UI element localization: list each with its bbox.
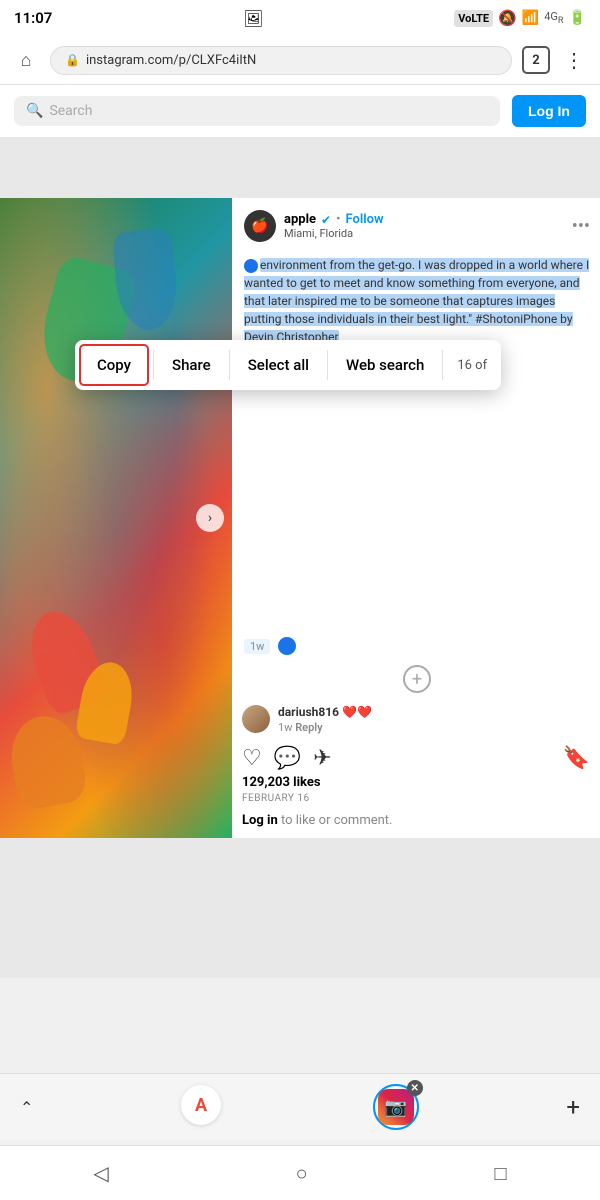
active-tab-wrapper[interactable]: 📷 ✕ <box>373 1084 419 1130</box>
post-image: › <box>0 198 232 838</box>
browser-toolbar: ⌂ 🔒 instagram.com/p/CLXFc4iItN 2 ⋮ <box>0 36 600 85</box>
comment-text: dariush816 ❤️❤️ <box>278 705 372 719</box>
volte-label: VoLTE <box>454 10 493 27</box>
post-actions: ♡ 💬 ✈ 🔖 <box>232 738 600 775</box>
bottom-browser-bar: ⌃ A 📷 ✕ + <box>0 1073 600 1140</box>
gallery-icon: 🖼 <box>243 9 263 28</box>
android-nav-bar: ◁ ○ □ <box>0 1145 600 1200</box>
login-link[interactable]: Log in <box>242 813 278 828</box>
author-name: apple <box>284 212 316 227</box>
add-comment-row[interactable]: + <box>232 659 600 699</box>
reply-button[interactable]: Reply <box>295 721 322 734</box>
commenter-hearts: ❤️❤️ <box>342 705 372 719</box>
web-search-button[interactable]: Web search <box>328 344 442 386</box>
login-to-comment: Log in to like or comment. <box>232 807 600 838</box>
post-container: › 🍎 apple ✔ • Follow Miami, Florida ••• <box>0 198 600 838</box>
search-wrapper[interactable]: 🔍 Search <box>14 96 500 126</box>
google-tab-icon[interactable]: A <box>181 1085 225 1129</box>
commenter-name: dariush816 <box>278 705 339 719</box>
follow-button[interactable]: Follow <box>346 212 384 227</box>
gray-spacer <box>0 138 600 198</box>
signal-icon: 📶 <box>522 10 539 26</box>
comment-row: dariush816 ❤️❤️ 1w Reply <box>232 699 600 738</box>
carousel-next-button[interactable]: › <box>196 504 224 532</box>
google-tab-bg: A <box>181 1085 221 1125</box>
likes-count: 129,203 likes <box>232 775 600 793</box>
copy-button[interactable]: Copy <box>79 344 149 386</box>
bookmark-button[interactable]: 🔖 <box>563 746 590 771</box>
url-bar[interactable]: 🔒 instagram.com/p/CLXFc4iItN <box>50 46 512 75</box>
commenter-avatar <box>242 705 270 733</box>
verified-badge: ✔ <box>321 213 331 227</box>
home-button[interactable]: ⌂ <box>12 46 40 74</box>
count-label: 16 of <box>443 346 501 385</box>
post-caption: environment from the get-go. I was dropp… <box>232 252 600 633</box>
login-suffix: to like or comment. <box>278 813 393 828</box>
battery-icon: 🔋 <box>569 10 586 26</box>
comment-time-label: 1w <box>278 721 292 734</box>
author-info: apple ✔ • Follow Miami, Florida <box>284 212 384 240</box>
instagram-search-bar: 🔍 Search Log In <box>0 85 600 138</box>
url-text: instagram.com/p/CLXFc4iItN <box>86 53 497 68</box>
instagram-camera-icon: 📷 <box>385 1097 407 1118</box>
status-bar: 11:07 🖼 VoLTE 🔕 📶 4GR 🔋 <box>0 0 600 36</box>
comment-content: dariush816 ❤️❤️ 1w Reply <box>278 705 372 734</box>
post-more-button[interactable]: ••• <box>572 216 590 237</box>
lock-icon: 🔒 <box>65 53 80 67</box>
selection-handle-left <box>244 259 258 273</box>
post-author: 🍎 apple ✔ • Follow Miami, Florida <box>244 210 384 242</box>
dot-separator: • <box>336 212 340 227</box>
share-text-button[interactable]: Share <box>154 344 229 386</box>
post-header: 🍎 apple ✔ • Follow Miami, Florida ••• <box>232 198 600 252</box>
post-date: February 16 <box>232 793 600 807</box>
home-nav-button[interactable]: ○ <box>286 1151 318 1196</box>
instagram-tab-icon: 📷 <box>378 1089 414 1125</box>
back-button[interactable]: ⌃ <box>20 1098 33 1117</box>
recents-nav-button[interactable]: □ <box>484 1151 516 1196</box>
login-button[interactable]: Log In <box>512 95 586 127</box>
close-tab-button[interactable]: ✕ <box>407 1080 423 1096</box>
author-avatar: 🍎 <box>244 210 276 242</box>
post-right: 🍎 apple ✔ • Follow Miami, Florida ••• en… <box>232 198 600 838</box>
bell-icon: 🔕 <box>498 9 517 27</box>
text-selection-popup: Copy Share Select all Web search 16 of <box>75 340 501 390</box>
search-input[interactable]: Search <box>49 103 92 119</box>
selection-handle-right <box>278 637 296 655</box>
add-comment-button[interactable]: + <box>403 665 431 693</box>
status-icons: VoLTE 🔕 📶 4GR 🔋 <box>454 9 586 27</box>
comment-button[interactable]: 💬 <box>274 746 301 771</box>
search-icon: 🔍 <box>26 103 43 119</box>
bottom-gray-area <box>0 838 600 978</box>
add-tab-button[interactable]: + <box>566 1093 580 1121</box>
like-button[interactable]: ♡ <box>242 746 262 771</box>
comment-time-row: 1w <box>232 633 600 659</box>
network-icon: 4GR <box>544 10 563 26</box>
comment-time: 1w <box>244 639 270 654</box>
caption-selected-text: environment from the get-go. I was dropp… <box>244 258 589 344</box>
tab-counter[interactable]: 2 <box>522 46 550 74</box>
comment-meta: 1w Reply <box>278 721 372 734</box>
select-all-button[interactable]: Select all <box>230 344 327 386</box>
back-nav-button[interactable]: ◁ <box>83 1151 118 1195</box>
more-menu-button[interactable]: ⋮ <box>560 44 588 76</box>
author-location: Miami, Florida <box>284 227 384 240</box>
share-button[interactable]: ✈ <box>313 746 331 771</box>
google-icon: A <box>195 1095 207 1116</box>
status-time: 11:07 <box>14 9 52 27</box>
author-name-row: apple ✔ • Follow <box>284 212 384 227</box>
